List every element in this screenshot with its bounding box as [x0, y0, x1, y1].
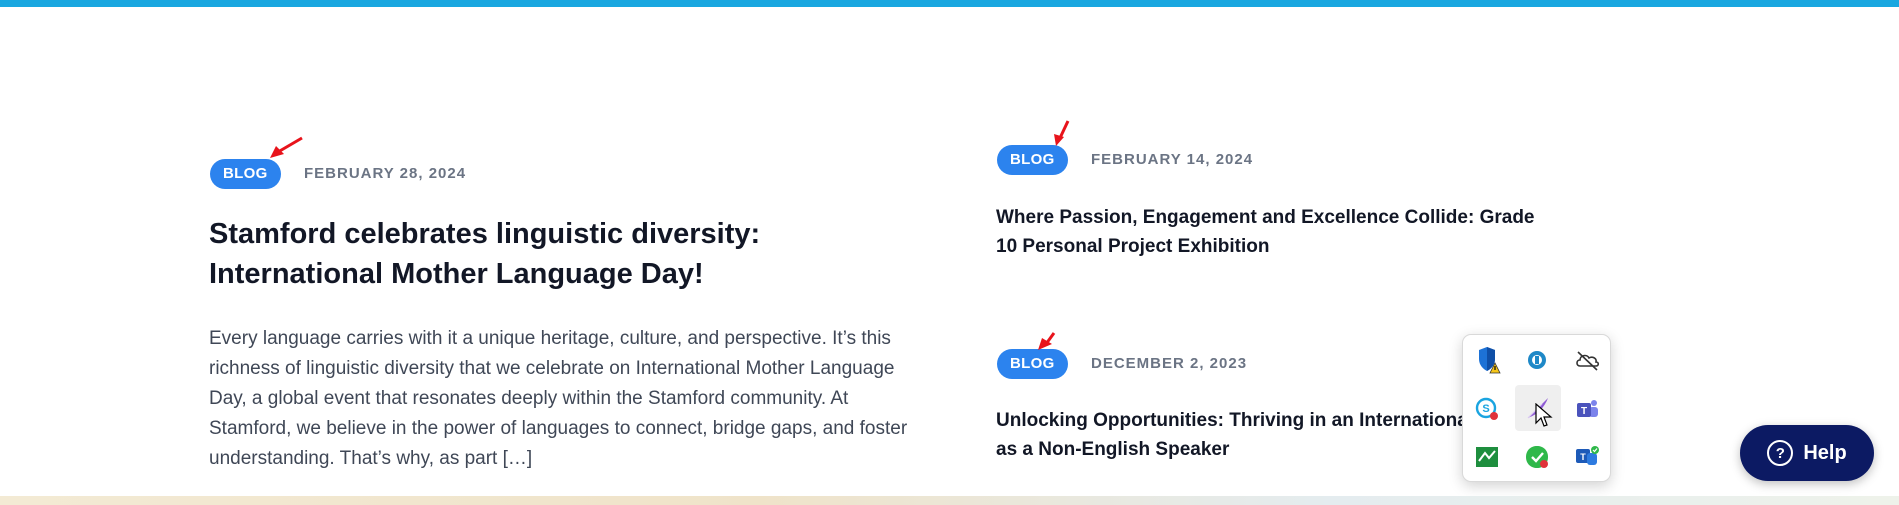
check-badge-icon[interactable]: [1523, 443, 1551, 471]
mouse-cursor-icon: [1535, 403, 1553, 427]
top-accent-bar: [0, 0, 1899, 7]
svg-text:T: T: [1581, 406, 1587, 417]
category-badge[interactable]: BLOG: [997, 145, 1068, 175]
onedrive-offline-icon[interactable]: [1573, 346, 1601, 374]
defender-shield-warning-icon[interactable]: [1473, 346, 1501, 374]
post-excerpt: Every language carries with it a unique …: [209, 328, 908, 469]
post-date: DECEMBER 2, 2023: [1091, 355, 1248, 372]
post-date: FEBRUARY 28, 2024: [304, 165, 467, 182]
annotation-arrow-icon: [270, 136, 303, 158]
post-title[interactable]: Stamford celebrates linguistic diversity…: [209, 214, 929, 294]
annotation-arrow-icon: [1038, 332, 1056, 350]
green-app-icon[interactable]: [1473, 443, 1501, 471]
svg-text:S: S: [1482, 403, 1489, 415]
teams-new-icon[interactable]: T: [1573, 443, 1601, 471]
question-circle-icon: ?: [1767, 440, 1794, 466]
help-button[interactable]: ? Help: [1740, 425, 1874, 481]
skype-icon[interactable]: S: [1473, 395, 1501, 423]
svg-text:T: T: [1580, 452, 1586, 462]
help-label: Help: [1803, 441, 1847, 464]
post-title[interactable]: Where Passion, Engagement and Excellence…: [996, 203, 1556, 261]
annotation-arrow-icon: [1054, 120, 1070, 146]
post-date: FEBRUARY 14, 2024: [1091, 151, 1254, 168]
teams-icon[interactable]: T: [1573, 395, 1601, 423]
footer-strip: [0, 496, 1899, 505]
cloud-sync-icon[interactable]: [1523, 346, 1551, 374]
